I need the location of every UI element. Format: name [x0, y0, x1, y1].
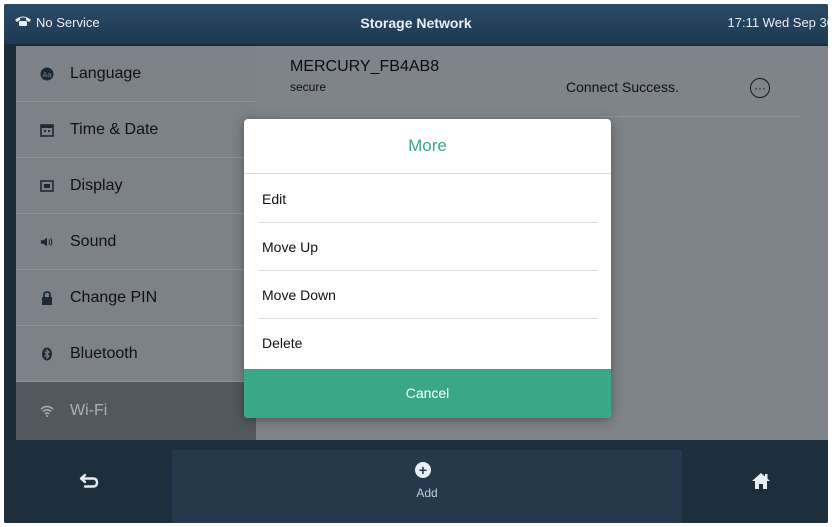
sidebar-item-wifi[interactable]: Wi-Fi — [16, 382, 256, 440]
add-button[interactable]: + Add — [172, 450, 682, 523]
settings-sidebar: Aa Language Time & Date Display Sound Ch… — [16, 46, 256, 440]
sidebar-item-language[interactable]: Aa Language — [16, 46, 256, 102]
sidebar-item-change-pin[interactable]: Change PIN — [16, 270, 256, 326]
calendar-icon — [40, 123, 54, 137]
back-arrow-icon — [79, 473, 99, 488]
connection-status: Connect Success. — [566, 79, 679, 95]
sidebar-item-time-date[interactable]: Time & Date — [16, 102, 256, 158]
network-security: secure — [290, 80, 327, 94]
page-title: Storage Network — [360, 15, 472, 31]
clock: 17:11 Wed Sep 30 — [727, 15, 829, 30]
cancel-button[interactable]: Cancel — [244, 369, 611, 418]
sidebar-item-label: Display — [70, 176, 123, 194]
svg-text:Aa: Aa — [42, 71, 51, 79]
language-icon: Aa — [40, 67, 54, 81]
phone-screen: No Service Storage Network 17:11 Wed Sep… — [4, 4, 828, 523]
lock-icon — [40, 290, 54, 305]
divider — [280, 116, 800, 117]
sidebar-item-label: Sound — [70, 232, 117, 250]
move-up-option[interactable]: Move Up — [258, 223, 598, 271]
edit-option[interactable]: Edit — [258, 175, 598, 223]
home-icon — [752, 473, 770, 489]
delete-option[interactable]: Delete — [258, 319, 598, 367]
sidebar-item-label: Change PIN — [70, 288, 158, 306]
sidebar-item-label: Time & Date — [70, 120, 159, 138]
sidebar-item-sound[interactable]: Sound — [16, 214, 256, 270]
add-label: Add — [416, 486, 438, 500]
wifi-icon — [40, 404, 54, 418]
more-options-button[interactable]: ··· — [750, 78, 770, 98]
bluetooth-icon — [40, 347, 54, 361]
bottom-bar: + Add — [4, 440, 828, 523]
plus-icon: + — [415, 462, 431, 478]
sidebar-item-label: Wi-Fi — [70, 402, 108, 419]
more-dialog: More Edit Move Up Move Down Delete Cance… — [244, 119, 611, 418]
network-name: MERCURY_FB4AB8 — [290, 58, 440, 75]
ellipsis-icon: ··· — [754, 81, 766, 95]
status-bar: No Service Storage Network 17:11 Wed Sep… — [4, 4, 828, 44]
speaker-icon — [40, 235, 54, 249]
sidebar-item-display[interactable]: Display — [16, 158, 256, 214]
display-icon — [40, 179, 54, 193]
sidebar-item-bluetooth[interactable]: Bluetooth — [16, 326, 256, 382]
back-button[interactable] — [74, 466, 104, 496]
dialog-title: More — [244, 119, 611, 174]
move-down-option[interactable]: Move Down — [258, 271, 598, 319]
sidebar-item-label: Language — [70, 64, 142, 82]
sidebar-item-label: Bluetooth — [70, 344, 138, 362]
home-button[interactable] — [746, 466, 776, 496]
